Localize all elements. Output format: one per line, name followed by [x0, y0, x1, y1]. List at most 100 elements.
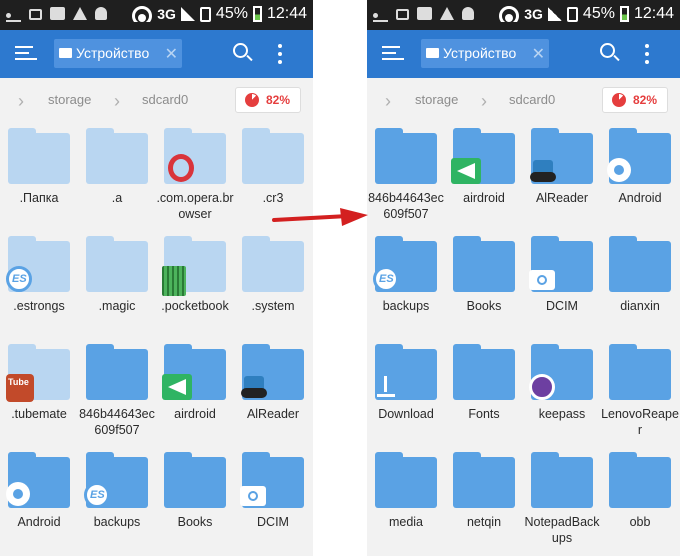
- clock: 12:44: [633, 5, 674, 22]
- breadcrumb-sdcard0[interactable]: sdcard0: [509, 92, 555, 107]
- folder-icon: [609, 344, 671, 400]
- notification-icon: [417, 7, 432, 20]
- breadcrumb-storage[interactable]: storage: [415, 92, 458, 107]
- folder-item[interactable]: airdroid: [156, 334, 234, 442]
- folder-item[interactable]: DCIM: [234, 442, 312, 550]
- folder-item[interactable]: .system: [234, 226, 312, 334]
- tab-label: Устройство: [76, 45, 150, 61]
- folder-icon: [86, 128, 148, 184]
- folder-item[interactable]: netqin: [445, 442, 523, 550]
- menu-icon[interactable]: [15, 43, 37, 63]
- menu-icon[interactable]: [382, 43, 404, 63]
- breadcrumb-storage[interactable]: storage: [48, 92, 91, 107]
- airdroid-icon: [162, 374, 192, 400]
- pie-chart-icon: [612, 93, 626, 107]
- clock: 12:44: [266, 5, 307, 22]
- folder-item[interactable]: dianxin: [601, 226, 679, 334]
- tab-device[interactable]: Устройство ✕: [421, 39, 549, 68]
- folder-item[interactable]: .estrongs: [0, 226, 78, 334]
- es-icon: [84, 482, 110, 508]
- device-icon: [426, 48, 439, 58]
- more-icon[interactable]: [277, 42, 283, 66]
- folder-icon: [86, 344, 148, 400]
- folder-name: Fonts: [468, 407, 500, 421]
- folder-item[interactable]: .pocketbook: [156, 226, 234, 334]
- folder-icon: [453, 344, 515, 400]
- tab-device[interactable]: Устройство ✕: [54, 39, 182, 68]
- folder-name: .pocketbook: [161, 299, 229, 313]
- app-bar: Устройство ✕: [0, 30, 313, 78]
- folder-item[interactable]: Download: [367, 334, 445, 442]
- folder-item[interactable]: .Папка: [0, 118, 78, 226]
- folder-item[interactable]: backups: [78, 442, 156, 550]
- folder-name: DCIM: [546, 299, 578, 313]
- folder-name: keepass: [538, 407, 586, 421]
- folder-item[interactable]: backups: [367, 226, 445, 334]
- close-icon[interactable]: ✕: [165, 44, 178, 64]
- folder-item[interactable]: .a: [78, 118, 156, 226]
- sim-icon: [199, 6, 211, 22]
- folder-name: obb: [629, 515, 651, 529]
- phone-right: 3G 45% 12:44 Устройство ✕ › storage › sd…: [367, 0, 680, 556]
- search-icon[interactable]: [233, 43, 253, 63]
- warning-icon: [440, 7, 454, 20]
- folder-name: .com.opera.browser: [156, 191, 234, 221]
- folder-item[interactable]: Books: [445, 226, 523, 334]
- pocketbook-icon: [162, 266, 186, 296]
- breadcrumb: › storage › sdcard0 82%: [367, 82, 680, 118]
- status-bar: 3G 45% 12:44: [0, 0, 313, 30]
- folder-icon: [6, 236, 70, 292]
- search-icon[interactable]: [600, 43, 620, 63]
- folder-item[interactable]: Android: [0, 442, 78, 550]
- folder-item[interactable]: keepass: [523, 334, 601, 442]
- breadcrumb-sdcard0[interactable]: sdcard0: [142, 92, 188, 107]
- folder-item[interactable]: .com.opera.browser: [156, 118, 234, 226]
- folder-item[interactable]: Fonts: [445, 334, 523, 442]
- arrow-head: [340, 208, 368, 226]
- folder-name: .tubemate: [11, 407, 67, 421]
- folder-name: media: [388, 515, 424, 529]
- folder-item[interactable]: .tubemate: [0, 334, 78, 442]
- storage-usage-badge[interactable]: 82%: [602, 87, 668, 113]
- chevron-right-icon: ›: [18, 91, 24, 111]
- folder-item[interactable]: LenovoReaper: [601, 334, 679, 442]
- folder-item[interactable]: .magic: [78, 226, 156, 334]
- folder-name: dianxin: [620, 299, 660, 313]
- folder-item[interactable]: Android: [601, 118, 679, 226]
- app-bar: Устройство ✕: [367, 30, 680, 78]
- folder-name: 846b44643ec609f507: [79, 407, 155, 437]
- location-icon: [95, 7, 107, 20]
- folder-item[interactable]: AlReader: [523, 118, 601, 226]
- image-icon: [396, 9, 409, 20]
- folder-icon: [607, 128, 671, 184]
- storage-usage-badge[interactable]: 82%: [235, 87, 301, 113]
- chevron-right-icon: ›: [481, 91, 487, 111]
- folder-icon: [162, 236, 226, 296]
- battery-icon: [252, 6, 262, 22]
- network-type: 3G: [524, 6, 543, 22]
- folder-item[interactable]: obb: [601, 442, 679, 550]
- folder-item[interactable]: AlReader: [234, 334, 312, 442]
- folder-item[interactable]: airdroid: [445, 118, 523, 226]
- more-icon[interactable]: [644, 42, 650, 66]
- folder-item[interactable]: NotepadBackups: [523, 442, 601, 550]
- folder-item[interactable]: Books: [156, 442, 234, 550]
- battery-percent: 45%: [582, 5, 615, 22]
- sim-icon: [566, 6, 578, 22]
- folder-name: netqin: [466, 515, 502, 529]
- chevron-right-icon: ›: [385, 91, 391, 111]
- close-icon[interactable]: ✕: [532, 44, 545, 64]
- folder-name: airdroid: [174, 407, 216, 421]
- folder-icon: [162, 344, 226, 400]
- storage-percent: 82%: [266, 93, 291, 107]
- folder-name: .cr3: [262, 191, 284, 205]
- folder-icon: [240, 452, 304, 508]
- folder-icon: [241, 344, 304, 400]
- folder-item[interactable]: media: [367, 442, 445, 550]
- network-type: 3G: [157, 6, 176, 22]
- status-bar: 3G 45% 12:44: [367, 0, 680, 30]
- folder-item[interactable]: DCIM: [523, 226, 601, 334]
- folder-item[interactable]: 846b44643ec609f507: [367, 118, 445, 226]
- folder-item[interactable]: 846b44643ec609f507: [78, 334, 156, 442]
- es-icon: [6, 266, 32, 292]
